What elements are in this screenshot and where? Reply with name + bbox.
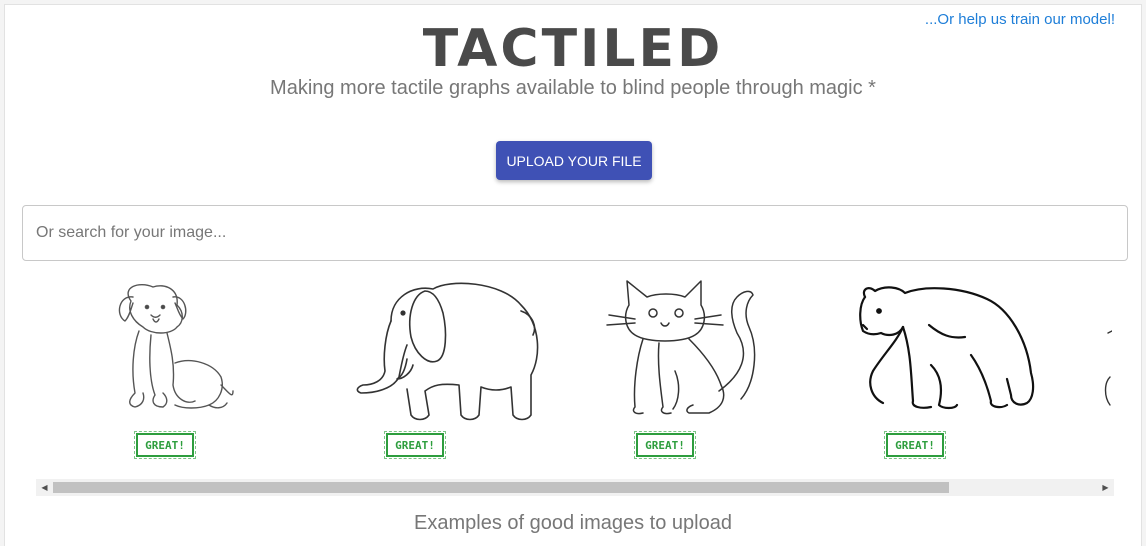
- cat-drawing-icon: [606, 280, 756, 415]
- great-stamp: GREAT!: [384, 431, 446, 459]
- upload-file-button[interactable]: UPLOAD YOUR FILE: [496, 141, 652, 180]
- example-card-bear[interactable]: GREAT!: [841, 275, 1041, 475]
- bear-drawing-icon: [859, 286, 1035, 410]
- tactiled-logo: TACTILED: [422, 19, 724, 79]
- great-stamp: GREAT!: [884, 431, 946, 459]
- image-search-input[interactable]: [22, 205, 1128, 261]
- scroll-right-icon[interactable]: ▶: [1097, 479, 1114, 496]
- dog-drawing-icon: [118, 283, 234, 409]
- scrollbar-thumb[interactable]: [53, 482, 949, 493]
- examples-carousel: GREAT! GREAT! GREAT! GREAT!: [36, 275, 1112, 475]
- example-card-elephant[interactable]: GREAT!: [341, 275, 541, 475]
- great-stamp: GREAT!: [134, 431, 196, 459]
- elephant-drawing-icon: [356, 282, 539, 421]
- page: ...Or help us train our model! TACTILED …: [4, 4, 1142, 546]
- tagline: Making more tactile graphs available to …: [270, 77, 876, 99]
- carousel-scrollbar[interactable]: ◀ ▶: [36, 479, 1114, 496]
- scroll-left-icon[interactable]: ◀: [36, 479, 53, 496]
- next-example-partial-icon: [1104, 330, 1112, 406]
- great-stamp: GREAT!: [634, 431, 696, 459]
- examples-caption: Examples of good images to upload: [414, 512, 732, 534]
- example-card-cat[interactable]: GREAT!: [591, 275, 791, 475]
- example-card-dog[interactable]: GREAT!: [91, 275, 291, 475]
